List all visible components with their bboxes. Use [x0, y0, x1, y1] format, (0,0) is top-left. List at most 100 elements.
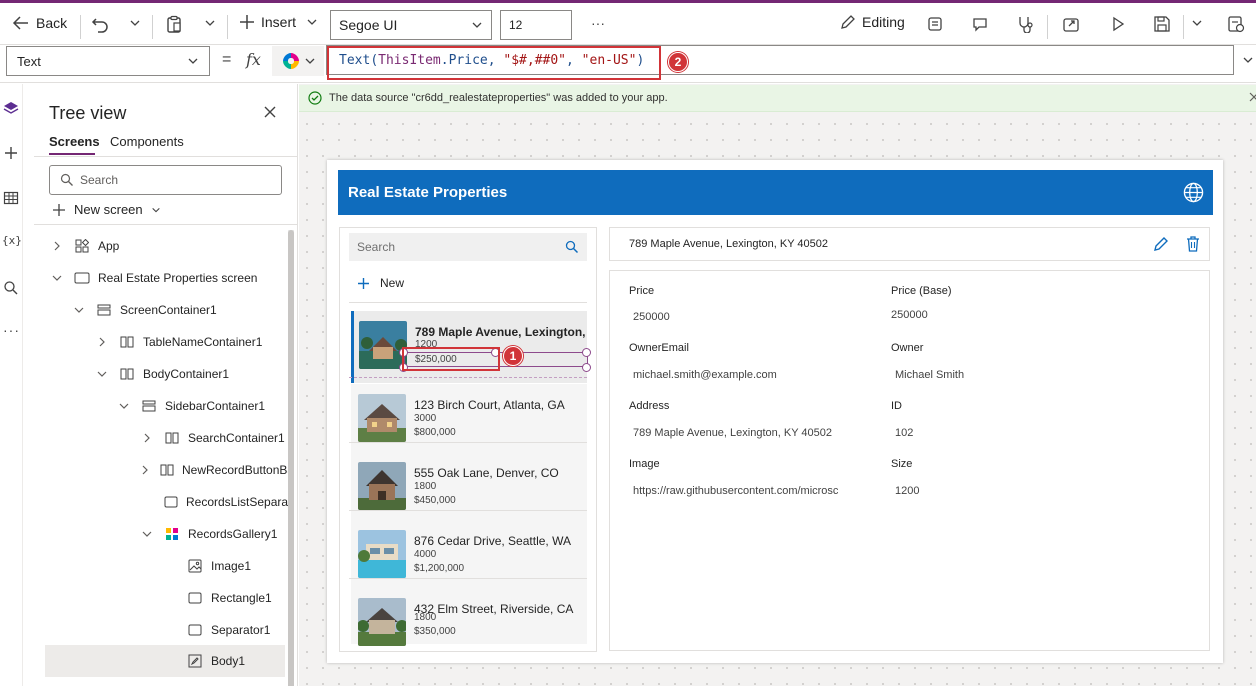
tree-item-screen[interactable]: Real Estate Properties screen — [50, 262, 300, 294]
tree-search-input[interactable]: Search — [49, 165, 282, 195]
share-icon[interactable] — [1062, 15, 1080, 33]
detail-form: Price 250000 Price (Base) 250000 OwnerEm… — [609, 270, 1210, 651]
tree-item-screencontainer[interactable]: ScreenContainer1 — [72, 294, 322, 326]
layers-icon[interactable] — [3, 100, 19, 116]
chevron-right-icon[interactable] — [140, 431, 154, 445]
more-options-button[interactable]: ··· — [591, 15, 605, 31]
field-value-size[interactable]: 1200 — [895, 485, 919, 497]
gallery-item[interactable]: 432 Elm Street, Riverside, CA 1800 $350,… — [351, 588, 587, 646]
more-icon[interactable]: ··· — [3, 322, 20, 338]
field-value-address[interactable]: 789 Maple Avenue, Lexington, KY 40502 — [633, 427, 832, 439]
back-button[interactable]: Back — [12, 14, 67, 32]
field-value-image[interactable]: https://raw.githubusercontent.com/micros… — [633, 485, 851, 497]
checkmark-circle-icon — [308, 91, 322, 105]
field-value-price[interactable]: 250000 — [633, 311, 670, 323]
tree-item-label: Body1 — [211, 654, 246, 668]
gallery-item-price: $350,000 — [414, 626, 456, 637]
formula-text[interactable]: Text(ThisItem.Price, "$#,##0", "en-US") — [339, 53, 644, 68]
callout-badge-1: 1 — [503, 346, 523, 366]
equals-sign: = — [222, 51, 232, 68]
rectangle-icon — [187, 623, 203, 637]
app-checker-icon[interactable] — [1016, 15, 1034, 33]
publish-icon[interactable] — [1227, 15, 1245, 33]
tree-item-newrecordbutton[interactable]: NewRecordButtonBa — [140, 454, 290, 486]
vertical-container-icon — [141, 399, 157, 413]
data-table-icon[interactable] — [3, 190, 19, 206]
horizontal-container-icon — [119, 367, 135, 381]
formula-thisitem: ThisItem — [378, 53, 441, 68]
chevron-down-icon[interactable] — [129, 17, 141, 29]
horizontal-container-icon — [119, 335, 135, 349]
property-value: Text — [17, 53, 41, 69]
formula-open-paren: ( — [370, 53, 379, 68]
chevron-right-icon[interactable] — [50, 239, 64, 253]
insert-button[interactable]: Insert — [239, 14, 318, 30]
new-screen-button[interactable]: New screen — [52, 202, 161, 217]
tree-item-app[interactable]: App — [50, 230, 300, 262]
insert-label: Insert — [261, 14, 297, 30]
property-dropdown[interactable]: Text — [6, 46, 210, 76]
undo-icon[interactable] — [91, 15, 109, 33]
gallery-item[interactable]: 123 Birch Court, Atlanta, GA 3000 $800,0… — [351, 384, 587, 456]
field-value-owner[interactable]: Michael Smith — [895, 369, 964, 381]
variables-icon[interactable]: {x} — [2, 234, 22, 247]
search-icon[interactable] — [3, 280, 19, 296]
records-list-separator — [349, 302, 587, 303]
fx-icon[interactable]: fx — [246, 50, 261, 69]
save-icon[interactable] — [1153, 15, 1171, 33]
chevron-down-icon[interactable] — [204, 17, 216, 29]
resize-handle[interactable] — [582, 363, 591, 372]
property-thumbnail — [358, 394, 406, 442]
gallery-item[interactable]: 876 Cedar Drive, Seattle, WA 4000 $1,200… — [351, 520, 587, 592]
globe-icon[interactable] — [1183, 182, 1204, 203]
horizontal-container-icon — [160, 463, 174, 477]
gallery-item-size: 4000 — [414, 549, 437, 560]
tree-item-label: SidebarContainer1 — [165, 399, 266, 413]
plus-icon[interactable] — [3, 145, 19, 161]
resize-handle[interactable] — [582, 348, 591, 357]
delete-trash-icon[interactable] — [1186, 236, 1200, 252]
app-search-input[interactable]: Search — [349, 233, 587, 261]
field-label-id: ID — [891, 400, 902, 412]
callout-badge-2: 2 — [668, 52, 688, 72]
field-value-price-base[interactable]: 250000 — [891, 309, 928, 321]
chevron-down-icon[interactable] — [95, 367, 109, 381]
chevron-down-icon[interactable] — [1191, 17, 1203, 29]
paste-icon[interactable] — [165, 15, 183, 33]
expand-formula-icon[interactable] — [1242, 54, 1254, 66]
tab-components[interactable]: Components — [110, 134, 184, 149]
chevron-down-icon[interactable] — [140, 527, 154, 541]
font-size-input[interactable]: 12 — [500, 10, 572, 40]
chevron-right-icon[interactable] — [95, 335, 109, 349]
gallery-item[interactable]: 555 Oak Lane, Denver, CO 1800 $450,000 — [351, 452, 587, 524]
field-label-address: Address — [629, 400, 670, 412]
tree-item-recordslistseparator[interactable]: RecordsListSeparato — [154, 486, 290, 518]
tab-screens[interactable]: Screens — [49, 134, 100, 149]
tree-scrollbar-thumb[interactable] — [288, 230, 294, 689]
field-value-id[interactable]: 102 — [895, 427, 913, 439]
editing-button[interactable]: Editing — [840, 14, 905, 30]
field-label-price-base: Price (Base) — [891, 285, 952, 297]
app-header-title: Real Estate Properties — [348, 184, 508, 201]
chevron-down-icon[interactable] — [72, 303, 86, 317]
notes-icon[interactable] — [927, 16, 943, 32]
formula-separator: , — [487, 53, 504, 68]
copilot-button[interactable] — [272, 46, 324, 76]
chevron-down-icon[interactable] — [50, 271, 64, 285]
edit-pencil-icon[interactable] — [1153, 236, 1169, 252]
rectangle-icon — [187, 591, 203, 605]
play-icon[interactable] — [1110, 16, 1126, 32]
chevron-down-icon — [306, 16, 318, 28]
close-icon[interactable] — [263, 105, 277, 119]
field-label-price: Price — [629, 285, 655, 297]
tree-item-label: SearchContainer1 — [188, 431, 285, 445]
search-icon — [60, 173, 74, 187]
copilot-icon — [282, 52, 300, 70]
chevron-down-icon[interactable] — [117, 399, 131, 413]
new-record-button[interactable]: New — [357, 276, 404, 290]
chevron-right-icon[interactable] — [140, 463, 150, 477]
comment-icon[interactable] — [972, 16, 988, 32]
close-icon[interactable] — [1249, 92, 1256, 102]
font-family-select[interactable]: Segoe UI — [330, 10, 492, 40]
field-value-owner-email[interactable]: michael.smith@example.com — [633, 369, 777, 381]
